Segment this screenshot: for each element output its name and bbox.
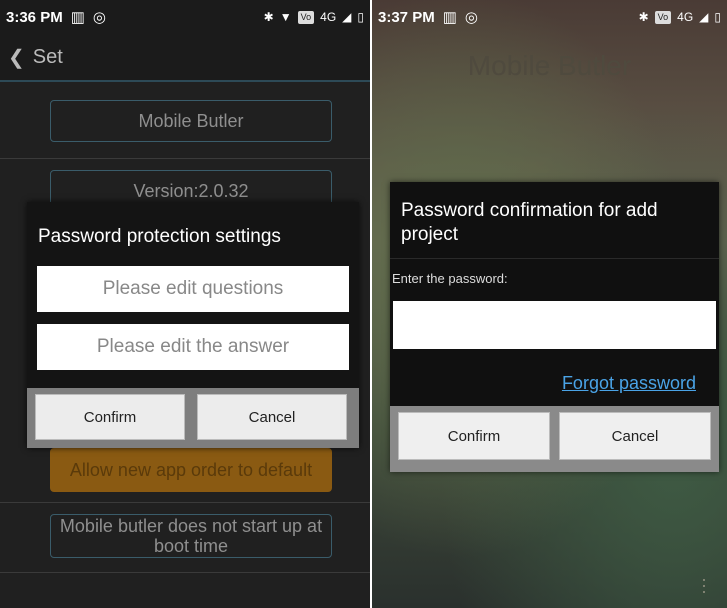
setting-allow-new-app-order[interactable]: Allow new app order to default	[50, 448, 332, 492]
signal-icon: ◢	[699, 10, 709, 24]
network-type: 4G	[677, 10, 694, 24]
battery-icon: ▯	[357, 10, 364, 24]
cancel-button[interactable]: Cancel	[197, 394, 347, 440]
dialog-button-bar: Confirm Cancel	[27, 388, 359, 448]
notification-icon: ▥	[442, 9, 457, 26]
network-type: 4G	[320, 10, 337, 24]
sync-icon: ◎	[92, 9, 106, 26]
nav-title: Set	[32, 45, 63, 68]
password-input[interactable]	[393, 301, 716, 349]
status-bar: 3:37 PM ▥ ◎ ✱ Vo 4G ◢ ▯	[372, 0, 727, 34]
dialog-button-bar: Confirm Cancel	[390, 406, 719, 472]
password-protection-dialog: Password protection settings Please edit…	[27, 202, 359, 448]
setting-no-boot-start[interactable]: Mobile butler does not start up at boot …	[50, 514, 332, 558]
setting-app-name[interactable]: Mobile Butler	[50, 100, 332, 142]
app-title: Mobile Butler	[467, 50, 632, 81]
forgot-password-link[interactable]: Forgot password	[562, 373, 696, 394]
nav-bar: ❮ Set	[0, 34, 370, 82]
status-time: 3:37 PM	[378, 8, 435, 26]
volte-icon: Vo	[654, 10, 672, 24]
battery-icon: ▯	[714, 10, 721, 24]
overflow-menu-icon[interactable]: · · ·	[701, 570, 707, 600]
question-input[interactable]: Please edit questions	[37, 266, 349, 312]
status-bar: 3:36 PM ▥ ◎ ✱ ▼ Vo 4G ◢ ▯	[0, 0, 370, 34]
status-time: 3:36 PM	[6, 8, 63, 26]
bluetooth-icon: ✱	[638, 10, 649, 24]
divider	[0, 572, 370, 573]
sync-icon: ◎	[464, 9, 478, 26]
dialog-title: Password confirmation for add project	[401, 200, 658, 245]
password-label: Enter the password:	[392, 271, 508, 286]
divider	[390, 258, 719, 259]
wifi-icon: ▼	[279, 10, 292, 24]
left-screen: 3:36 PM ▥ ◎ ✱ ▼ Vo 4G ◢ ▯ ❮ Set Mobile B…	[0, 0, 370, 608]
divider	[0, 158, 370, 159]
volte-icon: Vo	[297, 10, 315, 24]
password-confirm-dialog: Password confirmation for add project En…	[390, 182, 719, 472]
dialog-title: Password protection settings	[38, 226, 281, 247]
confirm-button[interactable]: Confirm	[35, 394, 185, 440]
answer-input[interactable]: Please edit the answer	[37, 324, 349, 370]
cancel-button[interactable]: Cancel	[559, 412, 711, 460]
back-icon[interactable]: ❮	[8, 45, 25, 70]
right-screen: 3:37 PM ▥ ◎ ✱ Vo 4G ◢ ▯ Mobile Butler Pa…	[372, 0, 727, 608]
bluetooth-icon: ✱	[263, 10, 274, 24]
confirm-button[interactable]: Confirm	[398, 412, 550, 460]
signal-icon: ◢	[342, 10, 352, 24]
divider	[0, 502, 370, 503]
notification-icon: ▥	[70, 9, 85, 26]
